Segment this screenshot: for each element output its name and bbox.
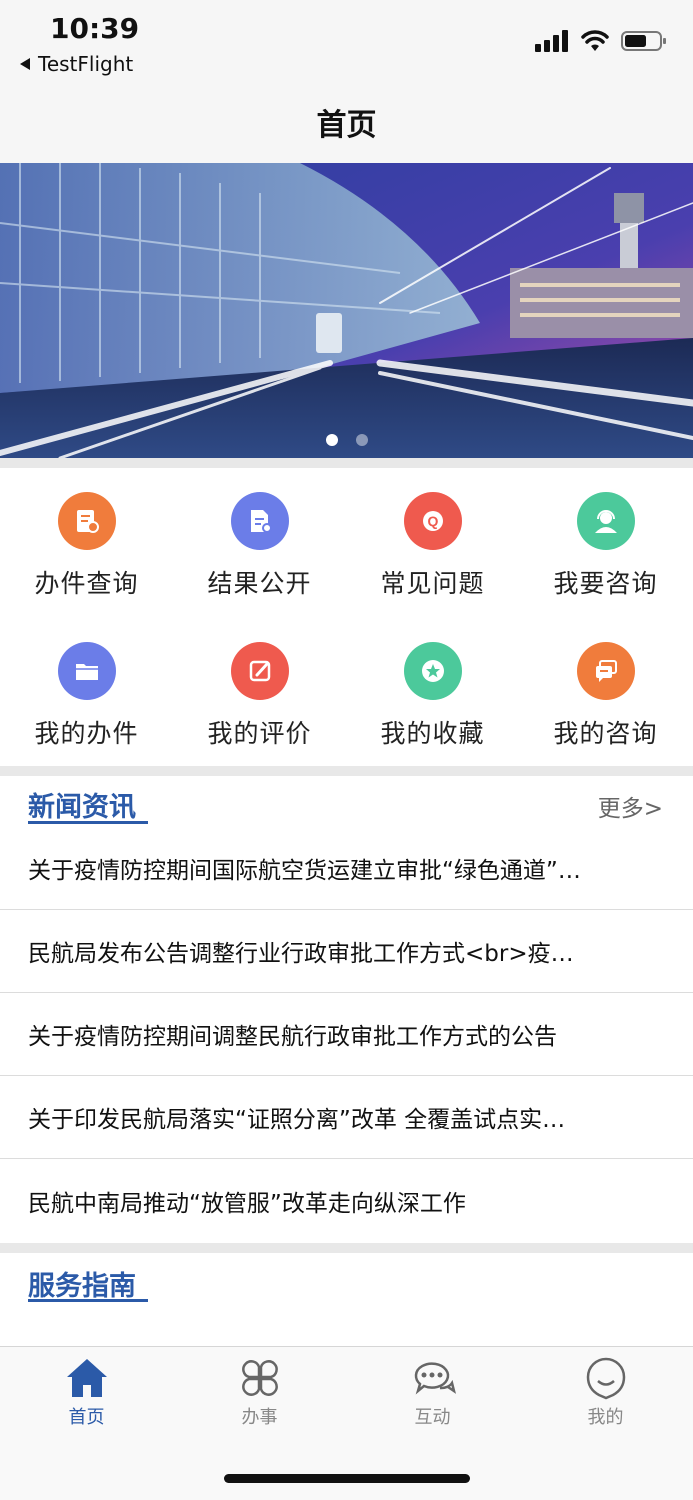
carousel-indicator — [0, 434, 693, 446]
tab-home[interactable]: 首页 — [0, 1355, 173, 1435]
news-item[interactable]: 关于印发民航局落实“证照分离”改革 全覆盖试点实… — [0, 1076, 693, 1159]
news-list: 关于疫情防控期间国际航空货运建立审批“绿色通道”… 民航局发布公告调整行业行政审… — [0, 827, 693, 1242]
tab-label: 首页 — [68, 1407, 105, 1428]
tab-mine[interactable]: 我的 — [519, 1355, 692, 1435]
news-item[interactable]: 关于疫情防控期间国际航空货运建立审批“绿色通道”… — [0, 827, 693, 910]
banner-image — [0, 163, 693, 458]
navigation-bar: 首页 — [0, 80, 693, 163]
back-to-app-link[interactable]: TestFlight — [20, 52, 133, 76]
news-item[interactable]: 民航中南局推动“放管服”改革走向纵深工作 — [0, 1159, 693, 1242]
grid-label: 结果公开 — [207, 569, 312, 598]
question-icon: Q — [403, 492, 462, 550]
grid-item-my-reviews[interactable]: 我的评价 — [173, 618, 346, 758]
news-title-underline — [28, 821, 148, 824]
grid-item-my-favorites[interactable]: 我的收藏 — [346, 618, 519, 758]
back-arrow-icon — [20, 58, 30, 70]
news-title: 新闻资讯 — [28, 792, 136, 823]
news-item-text: 民航局发布公告调整行业行政审批工作方式<br>疫… — [28, 941, 574, 967]
news-item-text: 关于印发民航局落实“证照分离”改革 全覆盖试点实… — [28, 1107, 566, 1133]
chat-bubbles-icon — [414, 1362, 456, 1395]
grid-item-consult[interactable]: 我要咨询 — [519, 468, 692, 608]
banner-carousel[interactable] — [0, 163, 693, 458]
pencil-icon — [230, 642, 289, 700]
guide-title: 服务指南 — [28, 1271, 136, 1302]
status-time: 10:39 — [50, 12, 140, 45]
grid-item-faq[interactable]: Q 常见问题 — [346, 468, 519, 608]
tab-label: 我的 — [587, 1407, 624, 1428]
chat-icon — [576, 642, 635, 700]
grid-label: 我要咨询 — [553, 569, 658, 598]
grid-item-results-public[interactable]: 结果公开 — [173, 468, 346, 608]
home-indicator[interactable] — [224, 1474, 470, 1483]
news-header: 新闻资讯 更多> — [0, 775, 693, 827]
document-edit-icon — [230, 492, 289, 550]
grid-label: 办件查询 — [34, 569, 139, 598]
function-grid: 办件查询 结果公开 Q 常见问题 我要咨询 我的办件 我的评价 我的收藏 我的咨… — [0, 468, 693, 766]
tab-label: 办事 — [241, 1407, 278, 1428]
user-face-icon — [586, 1357, 625, 1400]
document-search-icon — [57, 492, 116, 550]
grid-label: 常见问题 — [380, 569, 485, 598]
grid-item-my-cases[interactable]: 我的办件 — [0, 618, 173, 758]
tab-interaction[interactable]: 互动 — [346, 1355, 519, 1435]
svg-text:Q: Q — [427, 513, 438, 529]
news-item[interactable]: 民航局发布公告调整行业行政审批工作方式<br>疫… — [0, 910, 693, 993]
news-item-text: 民航中南局推动“放管服”改革走向纵深工作 — [28, 1190, 466, 1217]
page-title: 首页 — [316, 107, 377, 143]
grid-label: 我的评价 — [207, 719, 312, 748]
news-item[interactable]: 关于疫情防控期间调整民航行政审批工作方式的公告 — [0, 993, 693, 1076]
status-bar: 10:39 TestFlight — [0, 0, 693, 80]
carousel-dot-active[interactable] — [325, 434, 338, 446]
customer-service-icon — [576, 492, 635, 550]
wifi-icon — [581, 30, 609, 51]
grid-label: 我的办件 — [34, 719, 139, 748]
grid-petals-icon — [241, 1360, 278, 1396]
signal-icon — [535, 30, 568, 52]
grid-item-case-query[interactable]: 办件查询 — [0, 468, 173, 608]
home-icon — [66, 1359, 107, 1397]
star-icon — [403, 642, 462, 700]
carousel-dot[interactable] — [355, 434, 368, 446]
grid-label: 我的收藏 — [380, 719, 485, 748]
tab-services[interactable]: 办事 — [173, 1355, 346, 1435]
guide-title-underline — [28, 1299, 148, 1302]
battery-icon — [621, 31, 666, 51]
news-item-text: 关于疫情防控期间调整民航行政审批工作方式的公告 — [28, 1024, 557, 1050]
separator — [0, 458, 693, 468]
grid-item-my-consultations[interactable]: 我的咨询 — [519, 618, 692, 758]
status-icons — [535, 30, 667, 52]
more-link[interactable]: 更多> — [598, 789, 663, 823]
news-section: 新闻资讯 更多> 关于疫情防控期间国际航空货运建立审批“绿色通道”… 民航局发布… — [0, 775, 693, 1243]
service-guide-section: 服务指南 — [0, 1252, 693, 1347]
folder-icon — [57, 642, 116, 700]
back-app-label: TestFlight — [38, 52, 134, 76]
tab-label: 互动 — [414, 1407, 451, 1428]
grid-label: 我的咨询 — [553, 719, 658, 748]
news-item-text: 关于疫情防控期间国际航空货运建立审批“绿色通道”… — [28, 858, 581, 884]
